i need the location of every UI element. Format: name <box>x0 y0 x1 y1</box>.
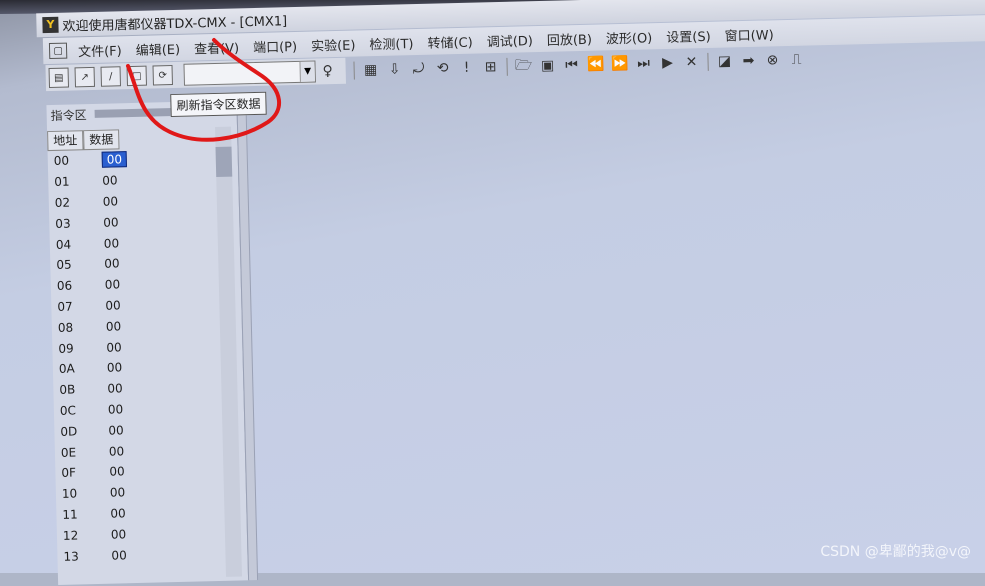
data-cell[interactable]: 00 <box>95 298 141 313</box>
data-cell[interactable]: 00 <box>97 360 143 375</box>
address-cell: 13 <box>63 548 79 564</box>
last-icon[interactable]: ⏭ <box>633 53 653 73</box>
exclamation-icon[interactable]: ! <box>456 58 476 78</box>
loop-icon[interactable]: ⟲ <box>432 58 452 78</box>
data-cell[interactable]: 00 <box>92 173 138 188</box>
reset-icon[interactable]: ✕ <box>681 52 701 72</box>
download-icon[interactable]: ⇩ <box>384 59 404 79</box>
address-cell: 03 <box>55 216 71 231</box>
data-cell[interactable]: 00 <box>94 235 140 250</box>
toolbar-separator <box>506 57 508 76</box>
pulse-icon[interactable]: ⎍ <box>786 50 806 70</box>
column-header-data[interactable]: 数据 <box>83 129 120 151</box>
tooltip: 刷新指令区数据 <box>170 91 267 118</box>
step-icon[interactable]: ⤾ <box>408 59 428 79</box>
menu-settings[interactable]: 设置(S) <box>659 25 718 45</box>
grid-icon[interactable]: ▦ <box>360 60 380 80</box>
data-cell[interactable]: 00 <box>93 194 139 209</box>
toolbar-separator <box>707 52 709 71</box>
scrollbar-thumb[interactable] <box>215 146 233 177</box>
panel-title: 指令区 <box>50 107 87 123</box>
address-cell: 00 <box>53 153 70 169</box>
menu-experiment[interactable]: 实验(E) <box>304 34 363 54</box>
first-icon[interactable]: ⏮ <box>561 55 581 75</box>
counter-icon[interactable]: ⊞ <box>480 57 500 77</box>
app-icon: Y <box>42 16 59 34</box>
data-cell[interactable]: 00 <box>101 547 147 562</box>
clear-icon[interactable]: □ <box>126 65 147 87</box>
refresh-instruction-button[interactable]: ⟳ <box>152 64 173 86</box>
waveform-icon[interactable]: ◪ <box>714 51 734 71</box>
selected-cell[interactable]: 00 <box>101 151 128 169</box>
address-cell: 09 <box>58 341 74 356</box>
address-cell: 01 <box>54 174 70 190</box>
open-folder-icon[interactable]: 🗁 <box>513 56 533 76</box>
menu-window[interactable]: 窗口(W) <box>717 24 780 45</box>
menu-view[interactable]: 查看(V) <box>187 37 246 57</box>
data-cell[interactable]: 00 <box>94 256 140 271</box>
data-cell[interactable]: 00 <box>96 319 142 334</box>
address-cell: 05 <box>56 257 72 273</box>
data-cell[interactable]: 00 <box>98 402 144 417</box>
data-cell[interactable]: 00 <box>100 485 146 500</box>
menu-dump[interactable]: 转储(C) <box>420 31 480 51</box>
window-title: 欢迎使用唐都仪器TDX-CMX - [CMX1] <box>62 13 288 35</box>
data-cell[interactable]: 00 <box>98 423 144 438</box>
data-cell[interactable]: 00 <box>95 277 141 292</box>
watermark: CSDN @卑鄙的我@v@ <box>820 544 971 560</box>
menu-debug[interactable]: 调试(D) <box>479 30 540 50</box>
application-window: Y 欢迎使用唐都仪器TDX-CMX - [CMX1] ▢ 文件(F) 编辑(E)… <box>8 0 985 586</box>
address-cell: 0B <box>59 382 76 398</box>
edit-icon[interactable]: / <box>100 66 121 87</box>
memory-icon[interactable]: ▤ <box>48 67 70 89</box>
fast-forward-icon[interactable]: ⏩ <box>609 54 629 74</box>
select-icon[interactable]: ↗ <box>74 66 96 88</box>
rewind-icon[interactable]: ⏪ <box>585 54 605 74</box>
menu-waveform[interactable]: 波形(O) <box>599 27 660 47</box>
data-cell[interactable]: 00 <box>96 339 142 354</box>
menu-file[interactable]: 文件(F) <box>71 40 129 60</box>
address-cell: 12 <box>62 528 79 543</box>
menu-port[interactable]: 端口(P) <box>246 35 304 55</box>
data-cell[interactable]: 00 <box>92 151 138 169</box>
instruction-panel: 指令区 地址 数据 00 00 01 00 02 00 03 00 04 00 05 00 … <box>46 100 251 585</box>
play-icon[interactable]: ▶ <box>657 53 677 73</box>
address-cell: 02 <box>54 195 71 210</box>
table-row[interactable]: 13 00 <box>57 541 247 566</box>
address-cell: 0F <box>61 465 77 481</box>
data-cell[interactable]: 00 <box>93 215 139 230</box>
column-header-address[interactable]: 地址 <box>47 130 84 152</box>
address-cell: 0D <box>60 424 78 439</box>
data-cell[interactable]: 00 <box>99 443 145 458</box>
address-cell: 08 <box>57 320 74 335</box>
address-cell: 0E <box>60 445 77 460</box>
arrow-right-icon[interactable]: ➡ <box>738 51 758 71</box>
address-cell: 04 <box>55 237 72 252</box>
data-cell[interactable]: 00 <box>100 506 146 521</box>
data-cell[interactable]: 00 <box>97 381 143 396</box>
menu-detect[interactable]: 检测(T) <box>362 32 421 53</box>
data-cell[interactable]: 00 <box>101 526 147 541</box>
save-icon[interactable]: ▣ <box>537 56 557 76</box>
address-cell: 06 <box>56 278 73 294</box>
address-cell: 0A <box>58 361 75 377</box>
toolbar-separator <box>353 61 355 80</box>
address-cell: 0C <box>59 403 77 418</box>
menu-edit[interactable]: 编辑(E) <box>128 38 187 58</box>
stop-icon[interactable]: ⊗ <box>762 50 782 70</box>
data-cell[interactable]: 00 <box>99 464 145 479</box>
key-icon[interactable]: ♀ <box>317 61 337 81</box>
document-icon[interactable]: ▢ <box>48 42 68 60</box>
source-combo[interactable]: ▼ <box>183 60 316 86</box>
address-cell: 07 <box>57 299 73 314</box>
address-cell: 11 <box>62 507 78 522</box>
address-cell: 10 <box>61 486 78 501</box>
menu-playback[interactable]: 回放(B) <box>540 28 600 48</box>
chevron-down-icon[interactable]: ▼ <box>299 61 315 82</box>
